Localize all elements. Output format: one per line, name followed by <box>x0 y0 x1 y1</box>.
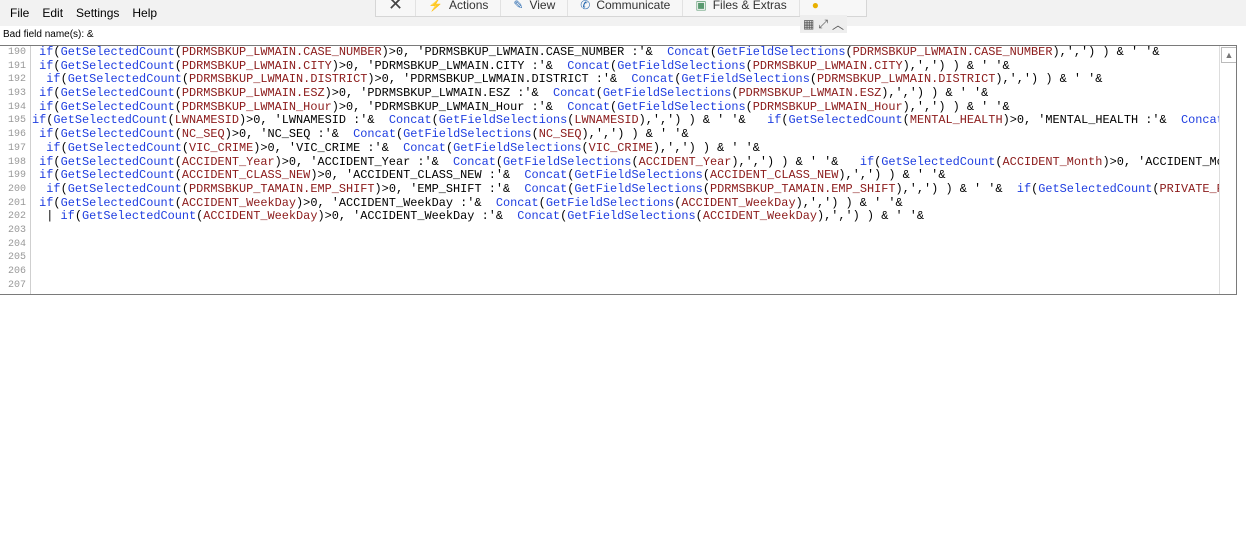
error-status: Bad field name(s): & <box>3 29 94 40</box>
code-line: if(GetSelectedCount(PDRMSBKUP_LWMAIN.ESZ… <box>39 86 989 101</box>
menu-edit[interactable]: Edit <box>42 6 63 20</box>
line-number: 198 <box>7 156 26 168</box>
lightning-icon: ⚡ <box>428 0 444 12</box>
line-number: 202 <box>7 211 26 223</box>
menu-settings[interactable]: Settings <box>76 6 119 20</box>
menu-file[interactable]: File <box>10 6 29 20</box>
scroll-up-icon[interactable]: ▲ <box>1221 47 1236 63</box>
close-icon: ✕ <box>388 0 404 14</box>
code-line: if(GetSelectedCount(NC_SEQ)>0, 'NC_SEQ :… <box>39 127 689 142</box>
code-line: if(GetSelectedCount(LWNAMESID)>0, 'LWNAM… <box>32 113 1219 128</box>
view-button[interactable]: ✎ View <box>501 0 569 16</box>
code-line: if(GetSelectedCount(PDRMSBKUP_LWMAIN.CAS… <box>39 46 1160 59</box>
view-label: View <box>529 0 556 12</box>
line-number: 201 <box>7 197 26 209</box>
line-number-gutter: 190 191 192 193 194 195 196 197 198 199 200 201 202 2… <box>0 46 31 294</box>
communicate-label: Communicate <box>596 0 671 12</box>
code-line: if(GetSelectedCount(PDRMSBKUP_LWMAIN_Hou… <box>39 99 1010 114</box>
line-number: 190 <box>7 47 26 58</box>
close-button[interactable]: ✕ <box>376 0 417 16</box>
communicate-button[interactable]: ✆ Communicate <box>568 0 684 16</box>
code-line: if(GetSelectedCount(PDRMSBKUP_TAMAIN.EMP… <box>46 181 1219 196</box>
line-number: 205 <box>7 252 26 264</box>
code-area[interactable]: if(GetSelectedCount(PDRMSBKUP_LWMAIN.CAS… <box>32 46 1219 294</box>
line-number: 193 <box>7 88 26 100</box>
remote-toolbar: ✕ ⚡ Actions ✎ View ✆ Communicate ▣ Files & E… <box>375 0 867 17</box>
phone-icon: ✆ <box>580 0 591 12</box>
code-line: if(GetSelectedCount(PDRMSBKUP_LWMAIN.CIT… <box>39 58 1010 73</box>
fullscreen-icon[interactable]: ⤢ <box>818 17 828 32</box>
line-number: 192 <box>7 74 26 86</box>
line-number: 191 <box>7 60 26 72</box>
code-line: if(GetSelectedCount(ACCIDENT_WeekDay)>0,… <box>39 195 903 210</box>
code-line: if(GetSelectedCount(ACCIDENT_CLASS_NEW)>… <box>39 168 946 183</box>
grid-icon[interactable]: ▦ <box>803 17 814 31</box>
line-number: 197 <box>7 142 26 154</box>
code-line: | if(GetSelectedCount(ACCIDENT_WeekDay)>… <box>32 209 925 224</box>
view-icon: ✎ <box>513 0 524 12</box>
emoji-button[interactable]: ● <box>800 0 831 16</box>
expression-editor[interactable]: 190 191 192 193 194 195 196 197 198 199 200 201 202 2… <box>0 45 1237 295</box>
line-number: 200 <box>7 183 26 195</box>
code-line: if(GetSelectedCount(VIC_CRIME)>0, 'VIC_C… <box>46 140 760 155</box>
line-number: 194 <box>7 101 26 113</box>
files-extras-button[interactable]: ▣ Files & Extras <box>683 0 800 16</box>
puzzle-icon: ▣ <box>695 0 707 12</box>
line-number: 199 <box>7 170 26 182</box>
smiley-icon: ● <box>811 0 819 12</box>
line-number: 204 <box>7 238 26 250</box>
code-line: if(GetSelectedCount(PDRMSBKUP_LWMAIN.DIS… <box>46 72 1103 87</box>
line-number: 196 <box>7 129 26 141</box>
line-number: 203 <box>7 224 26 236</box>
collapse-chevron-icon[interactable]: ︿ <box>832 16 844 33</box>
toolbar-mini-controls: ▦ ⤢ ︿ <box>800 15 847 33</box>
menu-bar: File Edit Settings Help <box>10 6 170 20</box>
line-number: 206 <box>7 266 26 277</box>
line-number: 207 <box>7 279 26 291</box>
actions-label: Actions <box>449 0 489 12</box>
files-extras-label: Files & Extras <box>712 0 787 12</box>
vertical-scrollbar[interactable]: ▲ <box>1219 46 1236 294</box>
line-number: 195 <box>7 115 26 127</box>
actions-button[interactable]: ⚡ Actions <box>416 0 502 16</box>
menu-help[interactable]: Help <box>132 6 157 20</box>
code-line: if(GetSelectedCount(ACCIDENT_Year)>0, 'A… <box>39 154 1219 169</box>
